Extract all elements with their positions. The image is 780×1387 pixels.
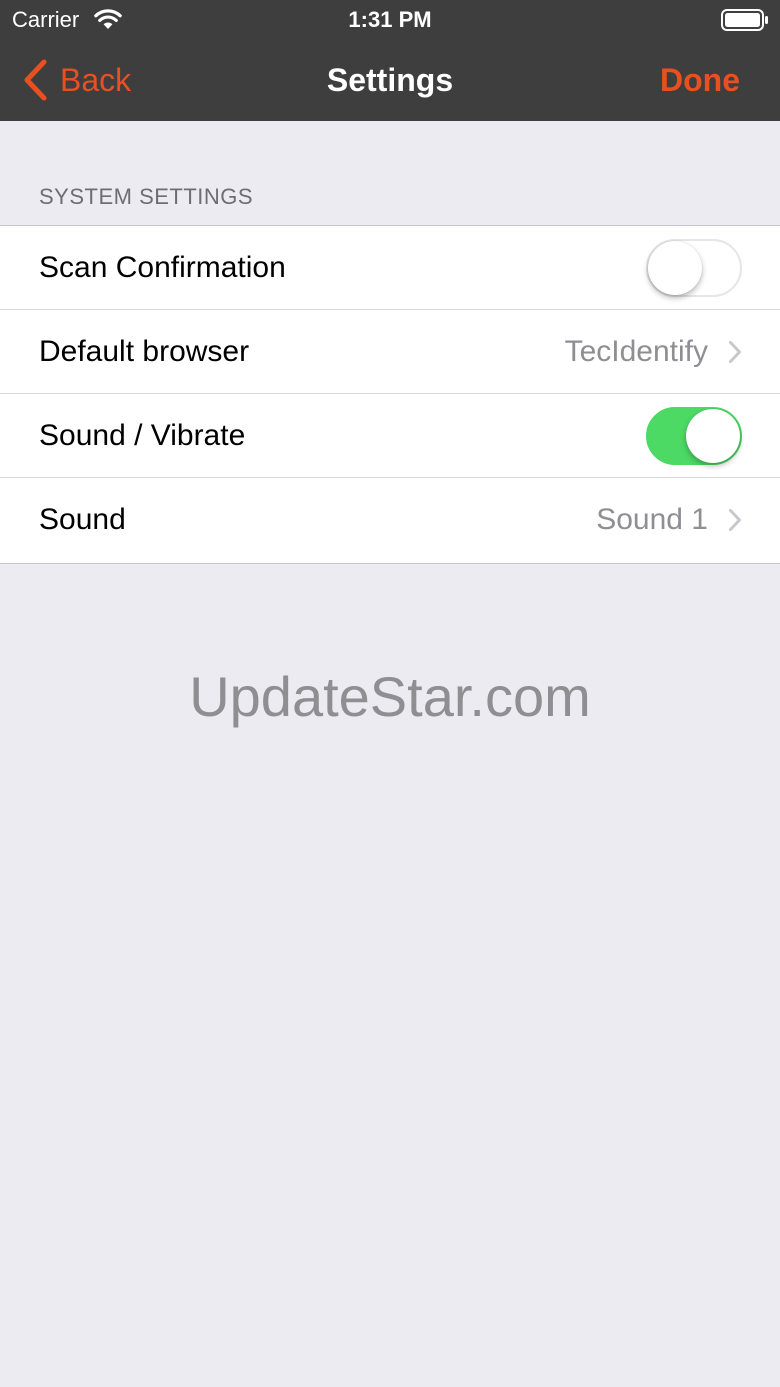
battery-icon [721, 9, 768, 31]
row-label: Sound [39, 503, 126, 536]
row-value: Sound 1 [596, 503, 708, 536]
sound-vibrate-toggle[interactable] [646, 407, 742, 465]
done-button[interactable]: Done [660, 54, 740, 106]
chevron-left-icon [24, 59, 47, 101]
back-button-label: Back [60, 61, 132, 98]
row-scan-confirmation: Scan Confirmation [0, 226, 780, 310]
toggle-knob [648, 241, 702, 295]
settings-group: Scan Confirmation Default browser TecIde… [0, 225, 780, 564]
chevron-right-icon [729, 341, 741, 363]
row-label: Scan Confirmation [39, 251, 286, 284]
row-label: Default browser [39, 335, 250, 368]
back-button[interactable]: Back [22, 54, 131, 106]
row-default-browser[interactable]: Default browser TecIdentify [0, 310, 780, 394]
row-label: Sound / Vibrate [39, 419, 246, 452]
status-time: 1:31 PM [348, 7, 432, 32]
chevron-right-icon [729, 509, 741, 531]
navigation-bar: Back Settings Done [0, 40, 780, 121]
toggle-knob [686, 409, 740, 463]
section-header: SYSTEM SETTINGS [39, 184, 254, 209]
row-value: TecIdentify [564, 335, 708, 368]
status-bar: Carrier 1:31 PM [0, 0, 780, 40]
scan-confirmation-toggle[interactable] [646, 239, 742, 297]
row-sound[interactable]: Sound Sound 1 [0, 478, 780, 563]
top-bar: Carrier 1:31 PM Back Settings Done [0, 0, 780, 121]
watermark-text: UpdateStar.com [189, 665, 591, 728]
row-sound-vibrate: Sound / Vibrate [0, 394, 780, 478]
